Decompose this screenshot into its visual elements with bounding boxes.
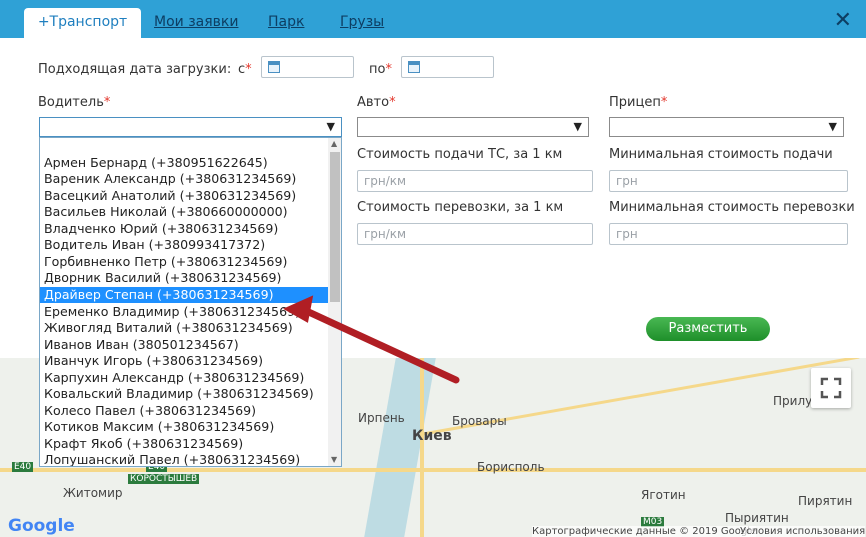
annotation-arrow: [283, 295, 460, 384]
